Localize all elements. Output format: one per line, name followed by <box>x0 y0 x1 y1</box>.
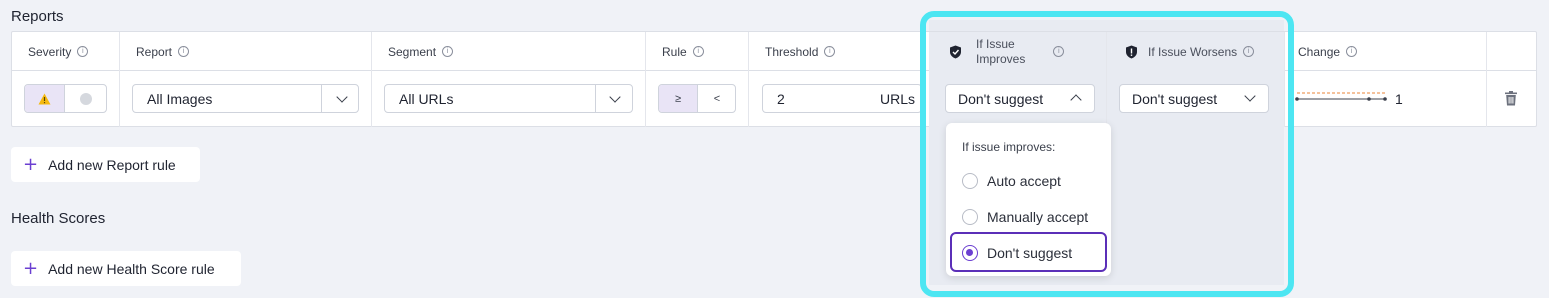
health-scores-title: Health Scores <box>11 210 106 227</box>
actions-cell <box>1487 71 1537 127</box>
info-icon[interactable]: i <box>77 46 89 57</box>
highlight-frame <box>920 11 1294 297</box>
rule-lt-option[interactable]: < <box>698 85 735 112</box>
change-cell: 1 <box>1285 71 1487 127</box>
add-health-score-rule-button[interactable]: + Add new Health Score rule <box>11 251 241 286</box>
threshold-input[interactable]: 2 URLs <box>762 84 922 113</box>
add-report-rule-button[interactable]: + Add new Report rule <box>11 147 200 182</box>
header-report: Report i <box>120 32 372 71</box>
info-icon[interactable]: i <box>178 46 190 57</box>
rule-cell: ≥ < <box>646 71 749 127</box>
report-rules-table: Severity i Report i Segment i Rule i Thresho… <box>11 31 1537 127</box>
rule-gte-option[interactable]: ≥ <box>659 85 698 112</box>
trash-icon[interactable] <box>1505 91 1517 106</box>
severity-toggle <box>24 84 107 113</box>
header-threshold: Threshold i <box>749 32 929 71</box>
warning-icon <box>38 93 51 104</box>
severity-warning-option[interactable] <box>25 85 65 112</box>
header-severity: Severity i <box>12 32 120 71</box>
chevron-down-icon <box>336 91 348 103</box>
report-select[interactable]: All Images <box>132 84 359 113</box>
header-actions <box>1487 32 1537 71</box>
table-header: Severity i Report i Segment i Rule i Thresho… <box>12 32 1536 71</box>
plus-icon: + <box>23 153 39 175</box>
segment-cell: All URLs <box>372 71 646 127</box>
rule-toggle: ≥ < <box>658 84 736 113</box>
chevron-down-icon <box>609 91 621 103</box>
segment-select[interactable]: All URLs <box>384 84 633 113</box>
info-circle-icon <box>80 92 92 105</box>
info-icon[interactable]: i <box>824 46 836 57</box>
report-cell: All Images <box>120 71 372 127</box>
severity-info-option[interactable] <box>65 85 106 112</box>
change-value: 1 <box>1395 91 1403 107</box>
change-sparkline <box>1295 92 1387 101</box>
info-icon[interactable]: i <box>1346 46 1358 57</box>
info-icon[interactable]: i <box>442 46 454 57</box>
severity-cell <box>12 71 120 127</box>
reports-title: Reports <box>11 8 64 25</box>
header-segment: Segment i <box>372 32 646 71</box>
plus-icon: + <box>23 257 39 279</box>
info-icon[interactable]: i <box>692 46 704 57</box>
threshold-cell: 2 URLs <box>749 71 929 127</box>
header-change: Change i <box>1285 32 1487 71</box>
header-rule: Rule i <box>646 32 749 71</box>
